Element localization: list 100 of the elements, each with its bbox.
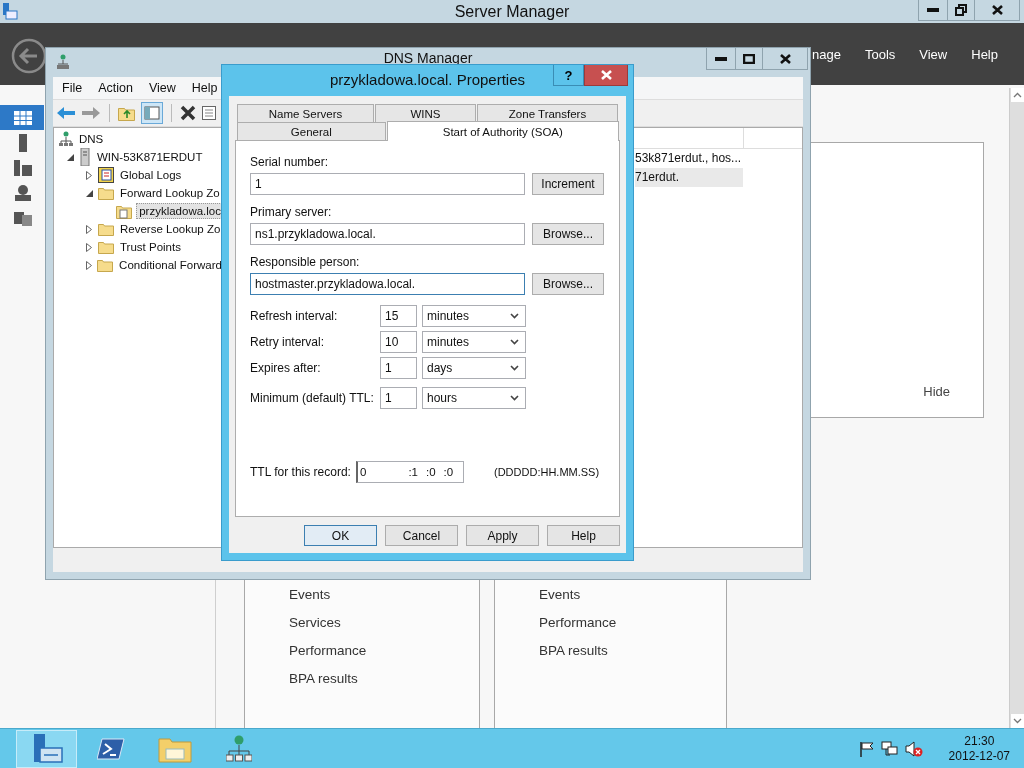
list-cell[interactable]: 71erdut.	[635, 168, 743, 187]
clock-date[interactable]: 2012-12-07	[948, 748, 1010, 764]
properties-icon[interactable]	[201, 105, 217, 121]
clock-time[interactable]: 21:30	[964, 733, 995, 749]
servers-icon	[14, 159, 32, 176]
close-icon	[991, 5, 1003, 15]
field-button[interactable]: Browse...	[532, 273, 604, 295]
maximize-icon	[743, 53, 755, 64]
unit-dropdown[interactable]: hours	[422, 387, 526, 409]
back-arrow-icon[interactable]	[56, 106, 76, 120]
text-field[interactable]: hostmaster.przykladowa.local.	[250, 273, 525, 295]
list-cell[interactable]: 53k871erdut., hos...	[635, 149, 743, 168]
folder-up-icon[interactable]	[118, 105, 136, 121]
format-hint: (DDDDD:HH.MM.SS)	[494, 466, 600, 478]
tree-item[interactable]: Conditional Forward	[117, 258, 224, 272]
field-button[interactable]: Browse...	[532, 223, 604, 245]
log-icon	[98, 167, 114, 183]
expanded-triangle-icon[interactable]	[66, 153, 74, 161]
network-icon	[57, 54, 69, 70]
tab[interactable]: Start of Authority (SOA)	[386, 121, 619, 141]
tree-item[interactable]: DNS	[77, 132, 106, 146]
menu-item[interactable]: Tools	[864, 46, 896, 62]
folder-icon	[98, 186, 114, 200]
dialog-button[interactable]: Apply	[466, 525, 539, 546]
text-field[interactable]: ns1.przykladowa.local.	[250, 223, 525, 245]
collapsed-triangle-icon[interactable]	[86, 170, 92, 180]
tree-item[interactable]: przykladowa.loc	[136, 203, 224, 219]
dialog-button[interactable]: Cancel	[385, 525, 458, 546]
flag-icon[interactable]	[858, 740, 875, 757]
tab[interactable]: WINS	[375, 104, 476, 122]
scrollbar[interactable]	[1009, 88, 1024, 728]
tab[interactable]: General	[237, 122, 386, 140]
help-button[interactable]: ?	[553, 65, 584, 86]
menu-item[interactable]: nage	[812, 46, 841, 62]
field-label: Primary server:	[250, 205, 333, 220]
collapsed-triangle-icon[interactable]	[85, 260, 92, 270]
unit-dropdown[interactable]: minutes	[422, 331, 526, 353]
menu-item[interactable]: Help	[971, 46, 998, 62]
tree-item[interactable]: Trust Points	[118, 240, 183, 254]
close-icon	[779, 53, 791, 64]
tree-item[interactable]: Global Logs	[118, 168, 184, 182]
menu-item[interactable]: Help	[182, 81, 225, 95]
ttl-field[interactable]: 0 :1 :0 :0	[356, 461, 464, 483]
close-button[interactable]	[974, 0, 1020, 21]
console-tree-icon[interactable]	[141, 102, 163, 124]
tab[interactable]: Name Servers	[237, 104, 374, 122]
tile-link[interactable]: Performance	[539, 615, 726, 631]
dialog-button[interactable]: Help	[547, 525, 620, 546]
dialog-button[interactable]: OK	[304, 525, 377, 546]
muted-speaker-icon[interactable]	[904, 740, 923, 757]
network-monitor-icon[interactable]	[880, 740, 899, 757]
number-field[interactable]: 1	[380, 387, 417, 409]
menu-item[interactable]: Action	[89, 81, 140, 95]
number-field[interactable]: 10	[380, 331, 417, 353]
tile-link[interactable]: Services	[289, 615, 479, 631]
number-field[interactable]: 1	[380, 357, 417, 379]
chevron-up-icon[interactable]	[1010, 88, 1024, 102]
field-label: TTL for this record:	[250, 465, 352, 479]
chevron-down-icon	[510, 395, 519, 401]
sidebar-item[interactable]	[0, 105, 44, 130]
menu-item[interactable]: File	[53, 81, 90, 95]
tab[interactable]: Zone Transfers	[477, 104, 618, 122]
restore-icon	[955, 4, 967, 16]
tree-item[interactable]: WIN-53K871ERDUT	[95, 150, 205, 164]
text-field[interactable]: 1	[250, 173, 525, 195]
network-icon	[59, 131, 73, 147]
folder-icon	[97, 258, 114, 272]
field-label: Refresh interval:	[250, 309, 339, 323]
menu-item[interactable]: View	[919, 46, 948, 62]
close-button[interactable]	[762, 48, 808, 70]
window-title: Server Manager	[454, 2, 570, 20]
tree-item[interactable]: Reverse Lookup Zo	[118, 222, 223, 236]
tile-link[interactable]: Performance	[289, 643, 479, 659]
tile-link[interactable]: Events	[289, 587, 479, 603]
field-label: Minimum (default) TTL:	[250, 391, 375, 405]
tile-link[interactable]: BPA results	[289, 671, 479, 687]
folder-icon	[98, 240, 114, 254]
collapsed-triangle-icon[interactable]	[86, 224, 92, 234]
unit-dropdown[interactable]: minutes	[422, 305, 526, 327]
tile-link[interactable]: BPA results	[539, 643, 726, 659]
chevron-down-icon[interactable]	[1010, 714, 1024, 728]
delete-icon[interactable]	[180, 105, 196, 121]
minimize-icon	[927, 8, 939, 12]
hide-link[interactable]: Hide	[923, 384, 950, 399]
collapsed-triangle-icon[interactable]	[86, 242, 92, 252]
field-button[interactable]: Increment	[532, 173, 604, 195]
tile-link[interactable]: Events	[539, 587, 726, 603]
menu-item[interactable]: View	[139, 81, 183, 95]
folders-icon	[14, 209, 32, 226]
terminal-icon	[96, 736, 125, 761]
close-button[interactable]	[584, 65, 628, 86]
number-field[interactable]: 15	[380, 305, 417, 327]
expanded-triangle-icon[interactable]	[85, 189, 93, 197]
server-manager-icon	[2, 2, 18, 21]
minimize-button[interactable]	[706, 48, 736, 70]
unit-dropdown[interactable]: days	[422, 357, 526, 379]
field-label: Responsible person:	[250, 255, 361, 270]
tree-item[interactable]: Forward Lookup Zo	[118, 186, 222, 200]
taskbar-button[interactable]	[16, 729, 77, 768]
minimize-button[interactable]	[918, 0, 948, 21]
